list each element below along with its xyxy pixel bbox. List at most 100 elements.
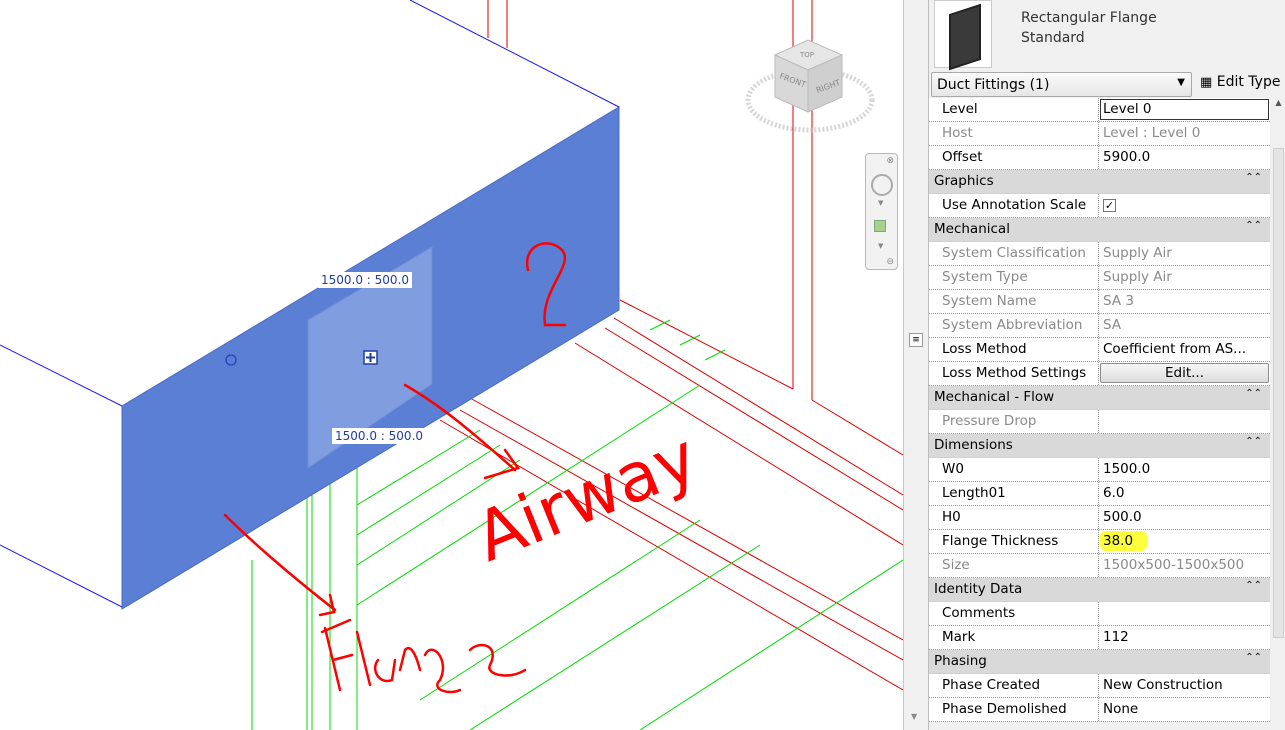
- steering-wheel-icon[interactable]: [871, 174, 893, 196]
- group-label: Phasing: [934, 653, 987, 669]
- navigation-bar: ⊗ ▼ ▼ ⊖: [865, 153, 898, 270]
- property-row-w0[interactable]: W0 1500.0: [929, 458, 1270, 482]
- property-value: New Construction: [1103, 677, 1223, 693]
- property-value-cell[interactable]: 6.0: [1099, 482, 1270, 505]
- property-label: W0: [929, 458, 1099, 481]
- property-value-cell: SA: [1099, 314, 1270, 337]
- property-value: 6.0: [1103, 485, 1125, 501]
- group-label: Graphics: [934, 173, 994, 189]
- property-row-use-annotation-scale[interactable]: Use Annotation Scale ✓: [929, 194, 1270, 218]
- edit-type-icon: ▦: [1200, 75, 1213, 90]
- property-value-cell[interactable]: 112: [1099, 626, 1270, 649]
- property-label: Comments: [929, 602, 1099, 625]
- property-row-loss-method-settings[interactable]: Loss Method Settings Edit...: [929, 362, 1270, 386]
- property-value: SA: [1103, 317, 1122, 333]
- property-row-phase-demolished[interactable]: Phase Demolished None: [929, 698, 1270, 722]
- properties-scrollbar[interactable]: ▲: [1271, 98, 1285, 723]
- instance-filter-dropdown[interactable]: Duct Fittings (1) ▼: [931, 72, 1192, 97]
- properties-grid: Level Level 0 Host Level : Level 0 Offset 590…: [929, 98, 1270, 722]
- group-header-mechanical-flow[interactable]: Mechanical - Flow ⌃⌃: [929, 386, 1270, 410]
- collapse-icon[interactable]: ⌃⌃: [1245, 580, 1262, 591]
- property-value-cell[interactable]: Edit...: [1099, 362, 1270, 385]
- property-value-cell: SA 3: [1099, 290, 1270, 313]
- group-header-dimensions[interactable]: Dimensions ⌃⌃: [929, 434, 1270, 458]
- group-label: Mechanical - Flow: [934, 389, 1055, 405]
- collapse-icon[interactable]: ⌃⌃: [1245, 172, 1262, 183]
- collapse-icon[interactable]: ⌃⌃: [1245, 220, 1262, 231]
- collapse-icon[interactable]: ⌃⌃: [1245, 652, 1262, 663]
- collapse-icon[interactable]: ⌃⌃: [1245, 388, 1262, 399]
- move-grip-icon[interactable]: [363, 350, 378, 365]
- property-row-h0[interactable]: H0 500.0: [929, 506, 1270, 530]
- property-value-cell[interactable]: ✓: [1099, 194, 1270, 217]
- property-value-cell[interactable]: 5900.0: [1099, 146, 1270, 169]
- scrollbar-thumb[interactable]: [1273, 148, 1284, 638]
- 3d-viewport[interactable]: Airway TOP FRONT RIGHT 1500.0 : 500.0 15…: [0, 0, 903, 730]
- chevron-down-icon: ▼: [1177, 77, 1185, 88]
- property-value: 1500.0: [1103, 461, 1151, 477]
- property-row-offset[interactable]: Offset 5900.0: [929, 146, 1270, 170]
- property-row-flange-thickness[interactable]: Flange Thickness 38.0: [929, 530, 1270, 554]
- property-label: System Abbreviation: [929, 314, 1099, 337]
- airway-annotation: Airway: [465, 418, 709, 578]
- checkbox[interactable]: ✓: [1103, 199, 1116, 212]
- property-label: Offset: [929, 146, 1099, 169]
- group-header-mechanical[interactable]: Mechanical ⌃⌃: [929, 218, 1270, 242]
- property-label: Loss Method Settings: [929, 362, 1099, 385]
- chevron-down-icon[interactable]: ▼: [878, 199, 883, 207]
- edit-button[interactable]: Edit...: [1100, 363, 1269, 383]
- property-row-loss-method[interactable]: Loss Method Coefficient from AS...: [929, 338, 1270, 362]
- property-value-cell[interactable]: None: [1099, 698, 1270, 721]
- property-value-cell[interactable]: [1099, 602, 1270, 625]
- property-value-cell: [1099, 410, 1270, 433]
- type-selector[interactable]: Rectangular Flange Standard: [1021, 8, 1157, 48]
- property-value-cell[interactable]: Coefficient from AS...: [1099, 338, 1270, 361]
- property-value-cell[interactable]: New Construction: [1099, 674, 1270, 697]
- property-label: System Type: [929, 266, 1099, 289]
- group-header-graphics[interactable]: Graphics ⌃⌃: [929, 170, 1270, 194]
- property-row-pressure-drop: Pressure Drop: [929, 410, 1270, 434]
- collapse-icon[interactable]: ⌃⌃: [1245, 436, 1262, 447]
- property-label: Phase Demolished: [929, 698, 1099, 721]
- edit-type-button[interactable]: ▦ Edit Type: [1200, 74, 1280, 90]
- viewcube[interactable]: TOP FRONT RIGHT: [745, 39, 875, 133]
- property-row-length01[interactable]: Length01 6.0: [929, 482, 1270, 506]
- property-value: 38.0: [1100, 531, 1148, 551]
- property-row-comments[interactable]: Comments: [929, 602, 1270, 626]
- scroll-down-icon[interactable]: ▼: [911, 712, 917, 721]
- dimension-label-top[interactable]: 1500.0 : 500.0: [318, 272, 413, 288]
- property-value: SA 3: [1103, 293, 1134, 309]
- dimension-label-bottom[interactable]: 1500.0 : 500.0: [332, 428, 427, 444]
- property-value-cell: Supply Air: [1099, 266, 1270, 289]
- zoom-icon[interactable]: [874, 220, 886, 232]
- menu-icon[interactable]: ≡: [909, 333, 923, 347]
- panel-splitter[interactable]: ≡ ▼: [904, 0, 929, 730]
- viewcube-top-label: TOP: [799, 51, 814, 59]
- group-header-identity-data[interactable]: Identity Data ⌃⌃: [929, 578, 1270, 602]
- flange-arrow: [223, 513, 337, 617]
- group-label: Mechanical: [934, 221, 1010, 237]
- group-header-phasing[interactable]: Phasing ⌃⌃: [929, 650, 1270, 674]
- property-value-cell[interactable]: 1500.0: [1099, 458, 1270, 481]
- property-value-cell[interactable]: 500.0: [1099, 506, 1270, 529]
- type-family-name: Rectangular Flange: [1021, 10, 1157, 26]
- type-name: Standard: [1021, 30, 1085, 46]
- dropdown-value: Duct Fittings (1): [937, 77, 1050, 93]
- property-value-cell[interactable]: 38.0: [1099, 530, 1270, 553]
- property-label: Pressure Drop: [929, 410, 1099, 433]
- property-value: Level : Level 0: [1103, 125, 1201, 141]
- property-row-mark[interactable]: Mark 112: [929, 626, 1270, 650]
- close-icon[interactable]: ⊗: [886, 156, 894, 166]
- property-value: Supply Air: [1103, 245, 1172, 261]
- minimize-icon[interactable]: ⊖: [886, 257, 894, 267]
- model-drawing: Airway TOP FRONT RIGHT: [0, 0, 903, 730]
- property-value: Level 0: [1103, 101, 1152, 117]
- property-row-system-type: System Type Supply Air: [929, 266, 1270, 290]
- scroll-up-icon: ▲: [1275, 98, 1282, 107]
- property-row-phase-created[interactable]: Phase Created New Construction: [929, 674, 1270, 698]
- property-row-level[interactable]: Level Level 0: [929, 98, 1270, 122]
- property-value-cell[interactable]: Level 0: [1099, 98, 1270, 121]
- property-value-cell: 1500x500-1500x500: [1099, 554, 1270, 577]
- chevron-down-icon[interactable]: ▼: [878, 242, 883, 250]
- property-label: System Classification: [929, 242, 1099, 265]
